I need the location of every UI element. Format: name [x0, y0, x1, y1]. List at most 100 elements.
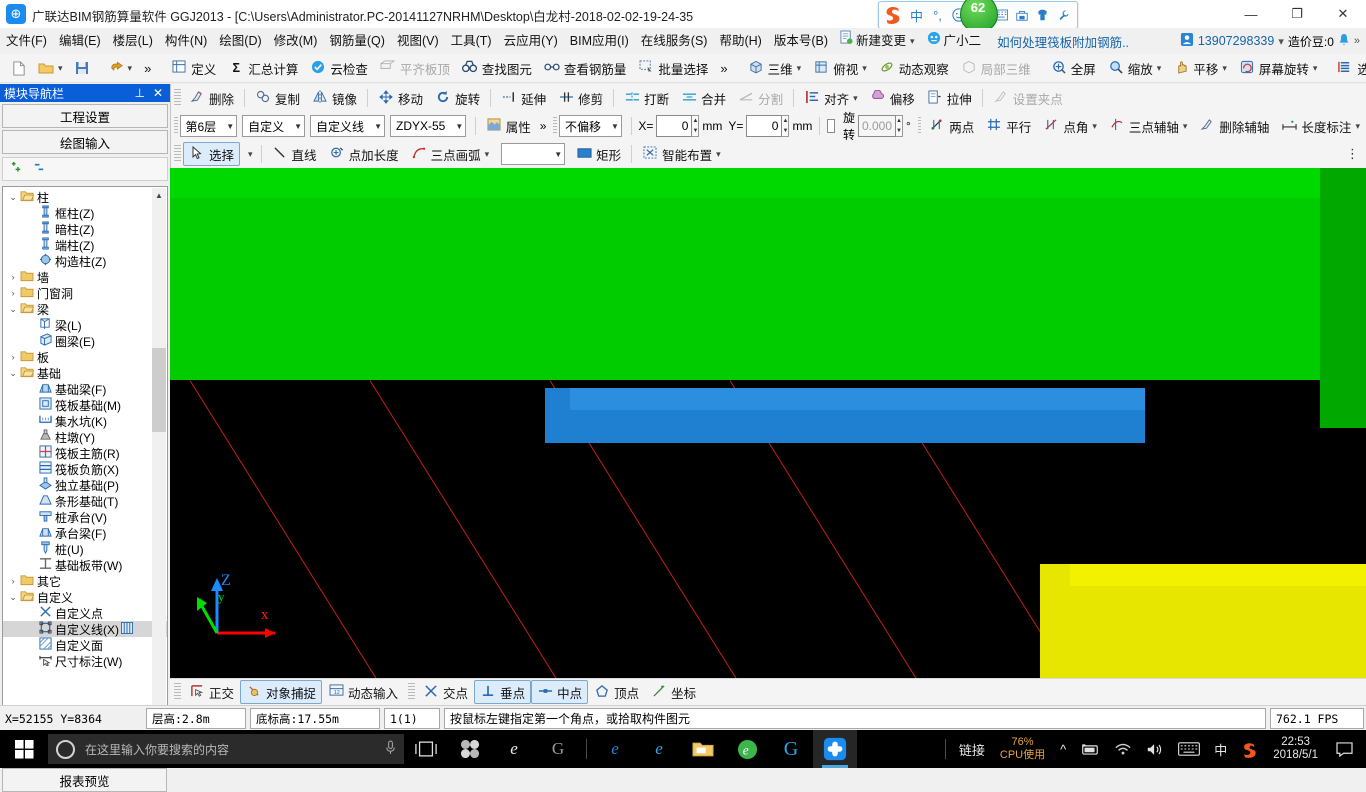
tree-item-18[interactable]: 独立基础(P) [3, 477, 167, 493]
delete-button[interactable]: 删除 [183, 86, 240, 110]
category-selector[interactable]: 自定义 ▼ [242, 115, 306, 137]
select-tool-button[interactable]: 选择 [183, 142, 241, 166]
move-button[interactable]: 移动 [372, 86, 429, 110]
menu-modify[interactable]: 修改(M) [268, 28, 324, 54]
internet-explorer-icon[interactable]: e [637, 730, 681, 768]
coordinate-snap-toggle[interactable]: 坐标 [645, 680, 702, 704]
scroll-up-button[interactable]: ▲ [152, 188, 166, 202]
summary-calc-button[interactable]: Σ 汇总计算 [222, 56, 304, 80]
chevron-down-icon[interactable]: ⌄ [7, 368, 19, 379]
cloud-check-button[interactable]: 云检查 [304, 56, 374, 80]
floor-selector[interactable]: 第6层 ▼ [179, 115, 238, 137]
chevron-down-icon[interactable]: ⌄ [7, 592, 19, 603]
zoom-button[interactable]: 缩放 ▾ [1102, 56, 1168, 80]
extend-button[interactable]: 延伸 [495, 86, 552, 110]
tree-item-16[interactable]: 筏板主筋(R) [3, 445, 167, 461]
restore-button[interactable]: ❐ [1274, 0, 1320, 28]
tree-item-0[interactable]: ⌄ 柱 [3, 189, 155, 205]
edge-icon[interactable]: e [593, 730, 637, 768]
toolbar-overflow-1[interactable]: » [138, 56, 157, 80]
tree-item-8[interactable]: 梁(L) [3, 317, 167, 333]
chevron-right-icon[interactable]: › [7, 288, 19, 298]
toolbar-grip[interactable] [174, 683, 181, 701]
y-spinner[interactable]: ▲ ▼ [782, 115, 790, 137]
split-button[interactable]: 分割 [732, 86, 789, 110]
save-button[interactable] [69, 56, 95, 80]
chevron-right-icon[interactable]: › [7, 352, 19, 362]
bell-icon[interactable] [1338, 33, 1350, 50]
y-input[interactable]: 0 [746, 115, 783, 137]
expand-all-icon[interactable] [9, 161, 24, 177]
pan-button[interactable]: 平移 ▾ [1167, 56, 1233, 80]
component-tree[interactable]: ⌄ 柱框柱(Z) 暗柱(Z) 端柱(Z) 构造柱(Z) › 墙 › 门窗洞 ⌄ 梁梁(L) 圈梁(E)… [2, 186, 168, 738]
volume-icon[interactable] [1139, 742, 1171, 757]
menu-cloud-apps[interactable]: 云应用(Y) [498, 28, 564, 54]
three-point-arc-button[interactable]: 三点画弧 ▾ [405, 142, 496, 166]
close-button[interactable]: ✕ [1320, 0, 1366, 28]
dynamic-input-toggle[interactable]: 12 动态输入 [322, 680, 404, 704]
chevron-right-icon[interactable]: › [7, 576, 19, 586]
component-name-selector[interactable]: ZDYX-55 ▼ [389, 115, 467, 137]
menu-file[interactable]: 文件(F) [0, 28, 53, 54]
menu-tools[interactable]: 工具(T) [445, 28, 498, 54]
ortho-toggle[interactable]: 正交 [183, 680, 240, 704]
menu-floor[interactable]: 楼层(L) [107, 28, 159, 54]
windows-start-icon[interactable] [0, 730, 48, 768]
mirror-button[interactable]: 镜像 [306, 86, 363, 110]
two-point-axis-button[interactable]: 两点 [923, 114, 980, 138]
assistant-button[interactable]: 广小二 [921, 28, 988, 54]
align-button[interactable]: 对齐 ▾ [798, 86, 864, 110]
toolbar-grip[interactable] [174, 145, 181, 163]
microphone-icon[interactable] [385, 740, 396, 758]
touch-keyboard-icon[interactable] [1171, 742, 1207, 756]
style-combo[interactable]: ▼ [501, 143, 566, 165]
tree-item-21[interactable]: 承台梁(F) [3, 525, 167, 541]
new-file-button[interactable] [6, 56, 32, 80]
break-button[interactable]: 打断 [618, 86, 675, 110]
pin-icon[interactable]: ⊥ [134, 86, 144, 100]
row3-overflow[interactable]: » [537, 119, 550, 133]
rotate-button[interactable]: 旋转 [429, 86, 486, 110]
ime-settings-icon[interactable] [1053, 4, 1074, 26]
3d-view-button[interactable]: 三维 ▾ [742, 56, 808, 80]
tree-item-19[interactable]: 条形基础(T) [3, 493, 167, 509]
task-view-icon[interactable] [404, 730, 448, 768]
x-spinner[interactable]: ▲ ▼ [692, 115, 700, 137]
midpoint-snap-toggle[interactable]: 中点 [531, 680, 589, 704]
top-view-button[interactable]: 俯视 ▾ [807, 56, 873, 80]
collapse-all-icon[interactable] [32, 161, 47, 177]
parallel-axis-button[interactable]: 平行 [980, 114, 1037, 138]
delete-aux-axis-button[interactable]: 删除辅轴 [1193, 114, 1275, 138]
batch-select-button[interactable]: 批量选择 [632, 56, 714, 80]
promo-link[interactable]: 如何处理筏板附加钢筋.. [997, 32, 1129, 51]
ime-mode-chinese[interactable]: 中 [906, 4, 927, 26]
drawing-input-button[interactable]: 绘图输入 [2, 130, 168, 154]
stretch-button[interactable]: 拉伸 [921, 86, 978, 110]
360-browser-icon[interactable]: G [536, 730, 580, 768]
screen-rotate-button[interactable]: 屏幕旋转 ▾ [1233, 56, 1324, 80]
tree-item-28[interactable]: 自定义面 [3, 637, 167, 653]
toolbar-grip[interactable] [553, 117, 557, 135]
tray-expand-icon[interactable]: ^ [1053, 742, 1073, 757]
menu-edit[interactable]: 编辑(E) [53, 28, 107, 54]
align-slab-top-button[interactable]: 平齐板顶 [374, 56, 456, 80]
tree-item-6[interactable]: › 门窗洞 [3, 285, 155, 301]
menubar-overflow-icon[interactable]: » [1354, 35, 1360, 47]
point-plus-length-button[interactable]: 点加长度 [323, 142, 405, 166]
tree-item-4[interactable]: 构造柱(Z) [3, 253, 167, 269]
tree-item-7[interactable]: ⌄ 梁 [3, 301, 155, 317]
battery-icon[interactable] [1073, 743, 1107, 756]
scroll-thumb[interactable] [152, 348, 166, 432]
object-snap-toggle[interactable]: 对象捕捉 [240, 680, 323, 704]
rotate-spinner[interactable]: ▲ ▼ [896, 115, 903, 137]
tree-scrollbar[interactable]: ▲ ▼ [152, 188, 166, 736]
tree-item-12[interactable]: 基础梁(F) [3, 381, 167, 397]
cpu-usage-indicator[interactable]: 76% CPU使用 [992, 736, 1053, 762]
3d-viewport[interactable]: x y Z [170, 168, 1366, 678]
toolbar-grip[interactable] [408, 683, 416, 701]
ime-skin-icon[interactable] [1032, 4, 1053, 26]
gld-app-icon[interactable] [813, 730, 857, 768]
menu-help[interactable]: 帮助(H) [713, 28, 767, 54]
close-icon[interactable]: ✕ [153, 86, 163, 100]
row4-overflow[interactable]: ⋮ [1339, 146, 1366, 162]
